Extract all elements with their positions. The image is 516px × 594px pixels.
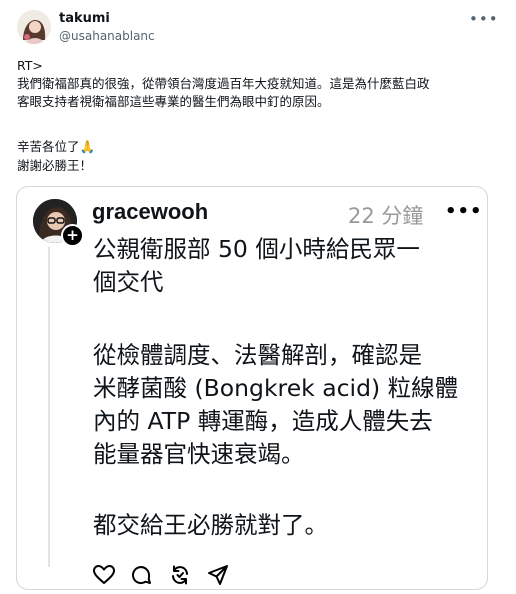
- quoted-text-line: 都交給王必勝就對了。: [93, 511, 328, 539]
- quoted-text-line: 能量器官快速衰竭。: [93, 440, 305, 468]
- quoted-timestamp: 22 分鐘: [348, 204, 424, 228]
- quoted-text-line: 從檢體調度、法醫解剖，確認是: [93, 341, 422, 369]
- quoted-text-line: 米酵菌酸 (Bongkrek acid) 粒線體: [93, 374, 459, 402]
- thread-line: [48, 247, 50, 567]
- send-icon[interactable]: [206, 563, 232, 587]
- comment-icon[interactable]: [129, 563, 155, 587]
- author-handle[interactable]: @usahanablanc: [59, 29, 155, 43]
- quoted-more-icon[interactable]: •••: [445, 201, 483, 222]
- author-name[interactable]: takumi: [59, 11, 110, 26]
- plus-badge-icon[interactable]: +: [61, 224, 84, 247]
- author-avatar[interactable]: [17, 10, 51, 44]
- tweet-text-line: 謝謝必勝王！: [17, 158, 93, 173]
- quoted-text-line: 內的 ATP 轉運酶，造成人體失去: [93, 407, 433, 435]
- tweet-text-line: 辛苦各位了🙏: [17, 139, 96, 154]
- heart-icon[interactable]: [92, 563, 118, 587]
- repost-icon[interactable]: [168, 563, 194, 587]
- tweet: takumi @usahanablanc ••• RT> 我們衛福部真的很強，從…: [0, 0, 516, 594]
- tweet-text-line: 我們衛福部真的很強，從帶領台灣度過百年大疫就知道。這是為什麼藍白政: [17, 76, 430, 91]
- tweet-text-line: RT>: [17, 58, 43, 73]
- quoted-post-card[interactable]: + gracewooh 22 分鐘 ••• 公親衛服部 50 個小時給民眾一 個…: [16, 186, 488, 590]
- more-horizontal-icon[interactable]: •••: [469, 9, 498, 29]
- quoted-text-line: 個交代: [93, 268, 164, 296]
- quoted-text-line: 公親衛服部 50 個小時給民眾一: [93, 235, 420, 263]
- tweet-text-line: 客眼支持者視衛福部這些專業的醫生們為眼中釘的原因。: [17, 94, 330, 109]
- quoted-username[interactable]: gracewooh: [92, 199, 208, 225]
